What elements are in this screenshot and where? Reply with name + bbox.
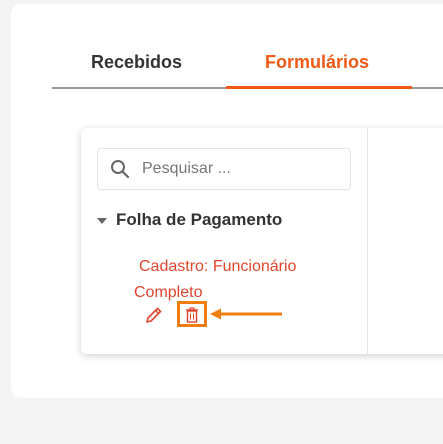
group-title: Folha de Pagamento xyxy=(116,210,283,229)
tab-bar: Recebidos Formulários xyxy=(52,42,443,92)
group-folha-de-pagamento[interactable]: Folha de Pagamento xyxy=(97,210,282,230)
trash-icon[interactable] xyxy=(183,306,201,324)
delete-highlight-box xyxy=(177,301,207,327)
search-icon[interactable] xyxy=(110,159,130,179)
pencil-icon[interactable] xyxy=(144,305,164,325)
forms-panel: Folha de Pagamento Cadastro: Funcionário… xyxy=(81,128,443,354)
tab-formularios[interactable]: Formulários xyxy=(265,52,369,73)
caret-down-icon xyxy=(97,217,107,224)
active-tab-indicator xyxy=(226,86,412,89)
arrow-left-icon xyxy=(210,308,282,320)
search-input[interactable] xyxy=(142,157,342,181)
tab-recebidos[interactable]: Recebidos xyxy=(91,52,182,73)
panel-divider xyxy=(367,128,368,354)
search-box xyxy=(97,148,351,190)
form-link-line1[interactable]: Cadastro: Funcionário xyxy=(139,258,296,276)
page: Recebidos Formulários Folha de Pagamento… xyxy=(0,0,443,444)
form-link-line2[interactable]: Completo xyxy=(134,284,202,302)
